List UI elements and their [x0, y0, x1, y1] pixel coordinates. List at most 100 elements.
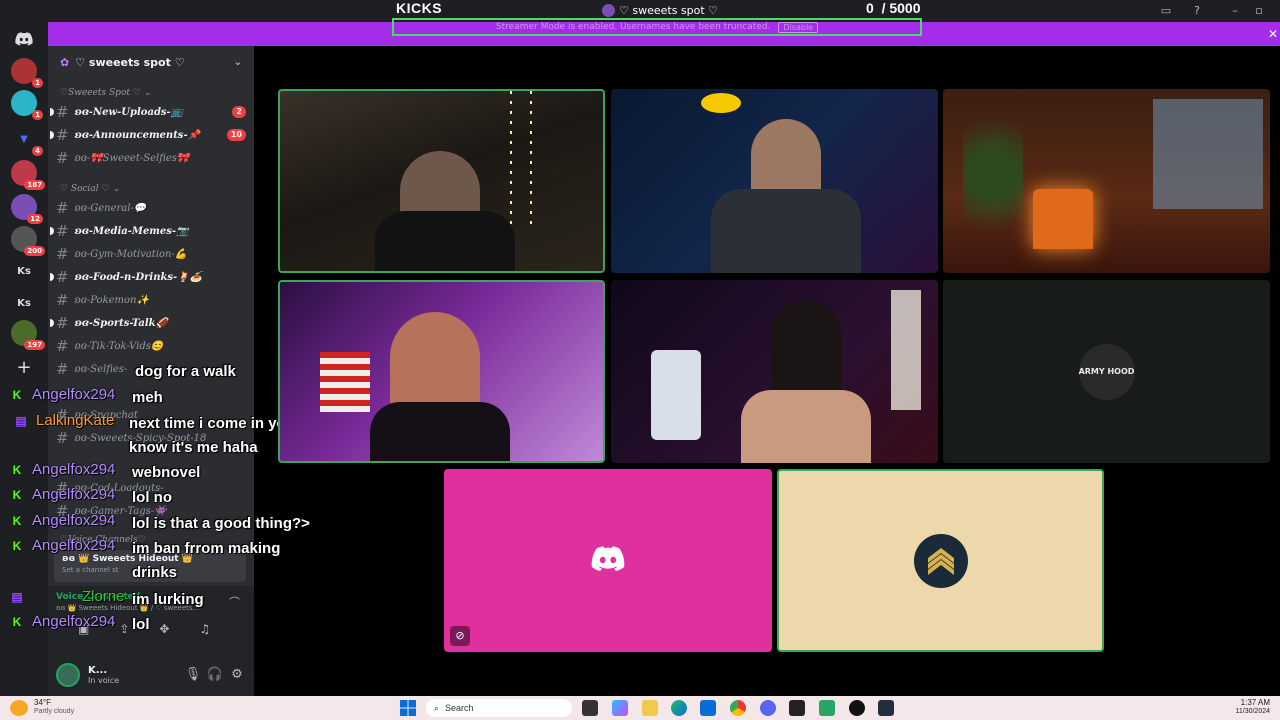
avatar-tile-sergeant[interactable] — [777, 469, 1104, 652]
category-sweeets-spot[interactable]: ♡Sweeets Spot ♡ ⌄ — [60, 88, 151, 98]
avatar[interactable] — [56, 663, 80, 687]
app-icon-black[interactable] — [849, 700, 865, 716]
close-icon[interactable]: ✕ — [1268, 27, 1278, 41]
video-tile-2[interactable] — [611, 89, 938, 273]
channel-general[interactable]: # ʚɞ-General-💬 — [56, 198, 246, 218]
chat-message-text: im lurking — [132, 591, 204, 608]
chat-username: Angelfox294 — [32, 512, 116, 529]
muted-mic-icon: ⊘ — [450, 626, 470, 646]
chrome-icon[interactable] — [730, 700, 746, 716]
channel-pokemon[interactable]: # ʚɞ-Pokemon✨ — [56, 290, 246, 310]
twitch-logo-icon: ▤ — [11, 590, 23, 604]
channel-tik-tok-vids[interactable]: # ʚɞ-Tik-Tok-Vids😊 — [56, 336, 246, 356]
video-tile-3[interactable] — [943, 89, 1270, 273]
taskbar-search[interactable]: ⌕ Search — [426, 699, 572, 717]
chat-message: ▤ LalkingKate next time i come in you'll… — [14, 412, 319, 460]
chat-username: Angelfox294 — [32, 461, 116, 478]
twitch-logo-icon: ▤ — [15, 414, 27, 428]
server-header-name: ♡ sweeets spot ♡ — [75, 55, 185, 69]
store-icon[interactable] — [700, 700, 716, 716]
task-view-icon[interactable] — [582, 700, 598, 716]
file-explorer-icon[interactable] — [642, 700, 658, 716]
channel-label: ʚɞ-Sports-Talk🏈 — [74, 317, 169, 329]
kick-logo-icon: K — [12, 514, 22, 528]
channel-gym-motivation[interactable]: # ʚɞ-Gym-Motivation-💪 — [56, 244, 246, 264]
settings-gear-icon[interactable]: ⚙ — [228, 666, 246, 684]
mention-count: 2 — [232, 106, 246, 118]
hash-icon: # — [56, 149, 69, 167]
kicks-goal-counter: 0 / 5000 — [866, 0, 921, 16]
discord-home-icon[interactable] — [11, 26, 37, 52]
discord-taskbar-icon[interactable] — [760, 700, 776, 716]
microphone-icon[interactable]: 🎙 — [184, 666, 202, 684]
channel-label: ʚɞ-Food-n-Drinks-🍹🍝 — [74, 271, 203, 283]
hash-icon: # — [56, 126, 69, 144]
video-tile-1[interactable] — [278, 89, 605, 273]
server-icon-9[interactable]: 197 — [11, 320, 45, 350]
server-icon-2[interactable]: 1 — [11, 90, 43, 120]
category-social[interactable]: ♡ Social ♡ ⌄ — [60, 184, 120, 194]
server-icon-5[interactable]: 12 — [11, 194, 43, 224]
terminal-icon[interactable] — [789, 700, 805, 716]
app-icon-green[interactable] — [819, 700, 835, 716]
server-header[interactable]: ✿ ♡ sweeets spot ♡ ⌄ — [48, 46, 254, 78]
channel-sports-talk[interactable]: # ʚɞ-Sports-Talk🏈 — [50, 313, 246, 333]
kick-logo-icon: K — [12, 615, 22, 629]
weather-description: Partly cloudy — [34, 708, 75, 715]
help-icon[interactable]: ? — [1190, 4, 1204, 18]
avatar-tile-army-hood[interactable]: ARMY HOOD — [943, 280, 1270, 463]
channel-label: ʚɞ-Gym-Motivation-💪 — [74, 248, 188, 260]
disconnect-icon[interactable]: ⌒ — [229, 594, 240, 610]
video-tile-4[interactable] — [278, 280, 605, 463]
window-title-text: ♡ sweeets spot ♡ — [619, 4, 719, 17]
server-icon-6[interactable]: 200 — [11, 226, 45, 256]
streamer-mode-notice: Streamer Mode is enabled. Usernames have… — [392, 18, 922, 36]
channel-new-uploads[interactable]: # ʚɞ-New-Uploads-📺 2 — [50, 102, 246, 122]
windows-start-icon[interactable] — [400, 700, 416, 716]
chat-message-text: meh — [132, 389, 163, 406]
video-tile-5[interactable] — [611, 280, 938, 463]
add-server-icon[interactable]: + — [11, 354, 37, 380]
hash-icon: # — [56, 268, 69, 286]
channel-media-memes[interactable]: # ʚɞ-Media-Memes-📷 — [50, 221, 246, 241]
chat-username: Angelfox294 — [32, 386, 116, 403]
maximize-icon[interactable]: ▫ — [1252, 4, 1266, 18]
chat-message: K Angelfox294 lol is that a good thing?> — [10, 512, 310, 536]
hash-icon: # — [56, 337, 69, 355]
clock-date: 11/30/2024 — [1235, 708, 1270, 715]
kicks-current: 0 — [866, 0, 874, 16]
avatar-tile-discord[interactable]: ⊘ — [444, 469, 772, 652]
server-icon-1[interactable]: 1 — [11, 58, 43, 88]
windows-taskbar: 34°F Partly cloudy ⌕ Search 1:37 AM 11/3… — [0, 696, 1280, 720]
soundboard-icon[interactable]: ♫ — [199, 622, 210, 636]
headphones-icon[interactable]: 🎧 — [206, 666, 224, 684]
search-icon: ⌕ — [434, 702, 440, 713]
hash-icon: # — [56, 199, 69, 217]
server-icon-3[interactable]: ▼ 4 — [11, 126, 43, 156]
chat-message: dog for a walk — [135, 360, 236, 384]
kick-logo-icon: K — [12, 388, 22, 402]
kicks-label: KICKS — [396, 0, 443, 16]
channel-sweeet-selfies[interactable]: # ʚɞ-🎀Sweeet-Selfies🎀 — [56, 148, 246, 168]
chat-username: LalkingKate — [36, 412, 115, 429]
edge-icon[interactable] — [671, 700, 687, 716]
channel-food-n-drinks[interactable]: # ʚɞ-Food-n-Drinks-🍹🍝 — [50, 267, 246, 287]
server-icon-4[interactable]: 187 — [11, 160, 45, 190]
copilot-icon[interactable] — [612, 700, 628, 716]
server-icon-ks-1[interactable]: Ks — [11, 258, 37, 284]
disable-button[interactable]: Disable — [778, 21, 819, 33]
channel-announcements[interactable]: # ʚɞ-Announcements-📌 10 — [50, 125, 246, 145]
hash-icon: # — [56, 314, 69, 332]
activities-icon[interactable]: ✥ — [159, 622, 169, 636]
sergeant-chevron-icon — [913, 533, 968, 588]
minimize-icon[interactable]: – — [1228, 4, 1242, 18]
server-badge-icon: ✿ — [60, 55, 70, 69]
weather-icon[interactable] — [10, 700, 28, 716]
amazon-music-icon[interactable] — [878, 700, 894, 716]
inbox-icon[interactable]: ▭ — [1159, 4, 1173, 18]
server-icon — [602, 4, 615, 17]
hash-icon: # — [56, 222, 69, 240]
server-icon-ks-2[interactable]: Ks — [11, 290, 37, 316]
chat-message-text: webnovel — [132, 464, 201, 481]
channel-label: ʚɞ-Media-Memes-📷 — [74, 225, 189, 237]
